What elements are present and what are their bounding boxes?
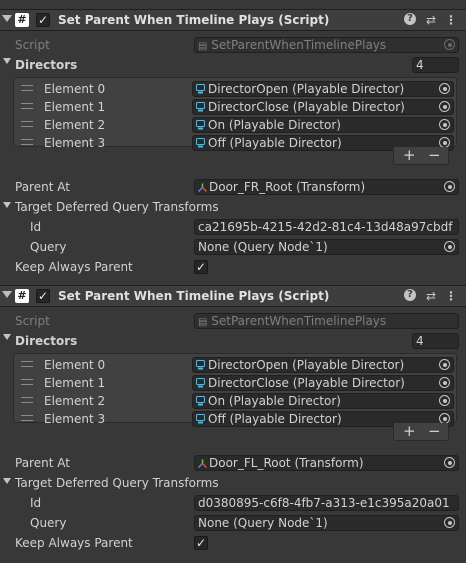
id-label: Id bbox=[30, 220, 42, 234]
fold-triangle-icon[interactable] bbox=[2, 291, 12, 298]
query-field[interactable]: None (Query Node`1) bbox=[194, 515, 459, 531]
keep-always-parent-checkbox[interactable]: ✓ bbox=[194, 260, 208, 274]
object-picker-icon[interactable] bbox=[444, 457, 455, 468]
script-label: Script bbox=[15, 38, 50, 52]
component-header[interactable]: # ✓ Set Parent When Timeline Plays (Scri… bbox=[0, 9, 466, 31]
directors-size-field[interactable]: 4 bbox=[412, 333, 459, 349]
target-deferred-label: Target Deferred Query Transforms bbox=[15, 476, 219, 490]
object-picker-icon[interactable] bbox=[439, 119, 450, 130]
script-hash-icon: # bbox=[15, 289, 29, 303]
drag-handle-icon[interactable] bbox=[21, 103, 33, 109]
element-label: Element 1 bbox=[44, 100, 106, 114]
object-picker-icon[interactable] bbox=[444, 181, 455, 192]
query-field[interactable]: None (Query Node`1) bbox=[194, 239, 459, 255]
playable-director-icon bbox=[196, 102, 205, 112]
transform-icon bbox=[198, 459, 207, 468]
id-field[interactable]: d0380895-c6f8-4fb7-a313-e1c395a20a01 bbox=[194, 495, 459, 511]
element-field[interactable]: On (Playable Director) bbox=[192, 393, 454, 409]
parent-at-label: Parent At bbox=[15, 456, 70, 470]
target-deferred-label: Target Deferred Query Transforms bbox=[15, 200, 219, 214]
playable-director-icon bbox=[196, 414, 205, 424]
element-field[interactable]: DirectorOpen (Playable Director) bbox=[192, 357, 454, 373]
parent-at-field[interactable]: Door_FL_Root (Transform) bbox=[194, 455, 459, 471]
element-field[interactable]: DirectorOpen (Playable Director) bbox=[192, 81, 454, 97]
drag-handle-icon[interactable] bbox=[21, 379, 33, 385]
script-hash-icon: # bbox=[15, 13, 29, 27]
element-label: Element 2 bbox=[44, 394, 106, 408]
playable-director-icon bbox=[196, 138, 205, 148]
object-picker-icon[interactable] bbox=[439, 377, 450, 388]
playable-director-icon bbox=[196, 396, 205, 406]
enabled-checkbox[interactable]: ✓ bbox=[36, 289, 50, 303]
list-footer: + − bbox=[393, 147, 449, 165]
target-fold-icon[interactable] bbox=[3, 478, 11, 484]
drag-handle-icon[interactable] bbox=[21, 139, 33, 145]
keep-always-parent-label: Keep Always Parent bbox=[15, 536, 133, 550]
object-picker-icon[interactable] bbox=[439, 359, 450, 370]
script-file-icon: ▤ bbox=[198, 41, 208, 52]
directors-size-field[interactable]: 4 bbox=[412, 57, 459, 73]
transform-icon bbox=[198, 183, 207, 192]
object-picker-icon[interactable] bbox=[439, 83, 450, 94]
parent-at-label: Parent At bbox=[15, 180, 70, 194]
element-label: Element 3 bbox=[44, 136, 106, 150]
plus-icon[interactable]: + bbox=[403, 147, 416, 163]
component-set-parent-1: # ✓ Set Parent When Timeline Plays (Scri… bbox=[0, 285, 466, 561]
script-file-icon: ▤ bbox=[198, 317, 208, 328]
enabled-checkbox[interactable]: ✓ bbox=[36, 13, 50, 27]
element-label: Element 2 bbox=[44, 118, 106, 132]
object-picker-icon[interactable] bbox=[439, 101, 450, 112]
object-picker-icon[interactable] bbox=[439, 395, 450, 406]
query-label: Query bbox=[30, 516, 67, 530]
component-title: Set Parent When Timeline Plays (Script) bbox=[58, 289, 330, 303]
drag-handle-icon[interactable] bbox=[21, 415, 33, 421]
playable-director-icon bbox=[196, 378, 205, 388]
kebab-menu-icon[interactable]: ⋮ bbox=[444, 13, 458, 27]
plus-icon[interactable]: + bbox=[403, 423, 416, 439]
drag-handle-icon[interactable] bbox=[21, 121, 33, 127]
help-icon[interactable]: ? bbox=[404, 289, 418, 303]
minus-icon[interactable]: − bbox=[428, 147, 441, 163]
presets-sliders-icon[interactable]: ⇄ bbox=[424, 13, 438, 27]
query-label: Query bbox=[30, 240, 67, 254]
id-field[interactable]: ca21695b-4215-42d2-81c4-13d48a97cbdf bbox=[194, 219, 459, 235]
script-field: ▤ SetParentWhenTimelinePlays bbox=[194, 37, 459, 53]
component-header[interactable]: # ✓ Set Parent When Timeline Plays (Scri… bbox=[0, 285, 466, 307]
object-picker-icon[interactable] bbox=[444, 517, 455, 528]
id-label: Id bbox=[30, 496, 42, 510]
parent-at-field[interactable]: Door_FR_Root (Transform) bbox=[194, 179, 459, 195]
keep-always-parent-label: Keep Always Parent bbox=[15, 260, 133, 274]
presets-sliders-icon[interactable]: ⇄ bbox=[424, 289, 438, 303]
minus-icon[interactable]: − bbox=[428, 423, 441, 439]
fold-triangle-icon[interactable] bbox=[2, 15, 12, 22]
playable-director-icon bbox=[196, 120, 205, 130]
component-set-parent-0: # ✓ Set Parent When Timeline Plays (Scri… bbox=[0, 9, 466, 285]
drag-handle-icon[interactable] bbox=[21, 397, 33, 403]
directors-fold-icon[interactable] bbox=[3, 58, 11, 64]
target-fold-icon[interactable] bbox=[3, 202, 11, 208]
object-picker-icon bbox=[444, 39, 455, 50]
element-field[interactable]: On (Playable Director) bbox=[192, 117, 454, 133]
directors-label: Directors bbox=[15, 58, 78, 72]
directors-label: Directors bbox=[15, 334, 78, 348]
keep-always-parent-checkbox[interactable]: ✓ bbox=[194, 536, 208, 550]
kebab-menu-icon[interactable]: ⋮ bbox=[444, 289, 458, 303]
object-picker-icon[interactable] bbox=[444, 241, 455, 252]
element-field[interactable]: DirectorClose (Playable Director) bbox=[192, 99, 454, 115]
element-label: Element 0 bbox=[44, 358, 106, 372]
help-icon[interactable]: ? bbox=[404, 13, 418, 27]
directors-fold-icon[interactable] bbox=[3, 334, 11, 340]
script-field: ▤ SetParentWhenTimelinePlays bbox=[194, 313, 459, 329]
element-label: Element 0 bbox=[44, 82, 106, 96]
drag-handle-icon[interactable] bbox=[21, 85, 33, 91]
component-title: Set Parent When Timeline Plays (Script) bbox=[58, 13, 330, 27]
element-label: Element 1 bbox=[44, 376, 106, 390]
element-field[interactable]: DirectorClose (Playable Director) bbox=[192, 375, 454, 391]
drag-handle-icon[interactable] bbox=[21, 361, 33, 367]
element-label: Element 3 bbox=[44, 412, 106, 426]
script-label: Script bbox=[15, 314, 50, 328]
playable-director-icon bbox=[196, 360, 205, 370]
playable-director-icon bbox=[196, 84, 205, 94]
list-footer: + − bbox=[393, 423, 449, 441]
